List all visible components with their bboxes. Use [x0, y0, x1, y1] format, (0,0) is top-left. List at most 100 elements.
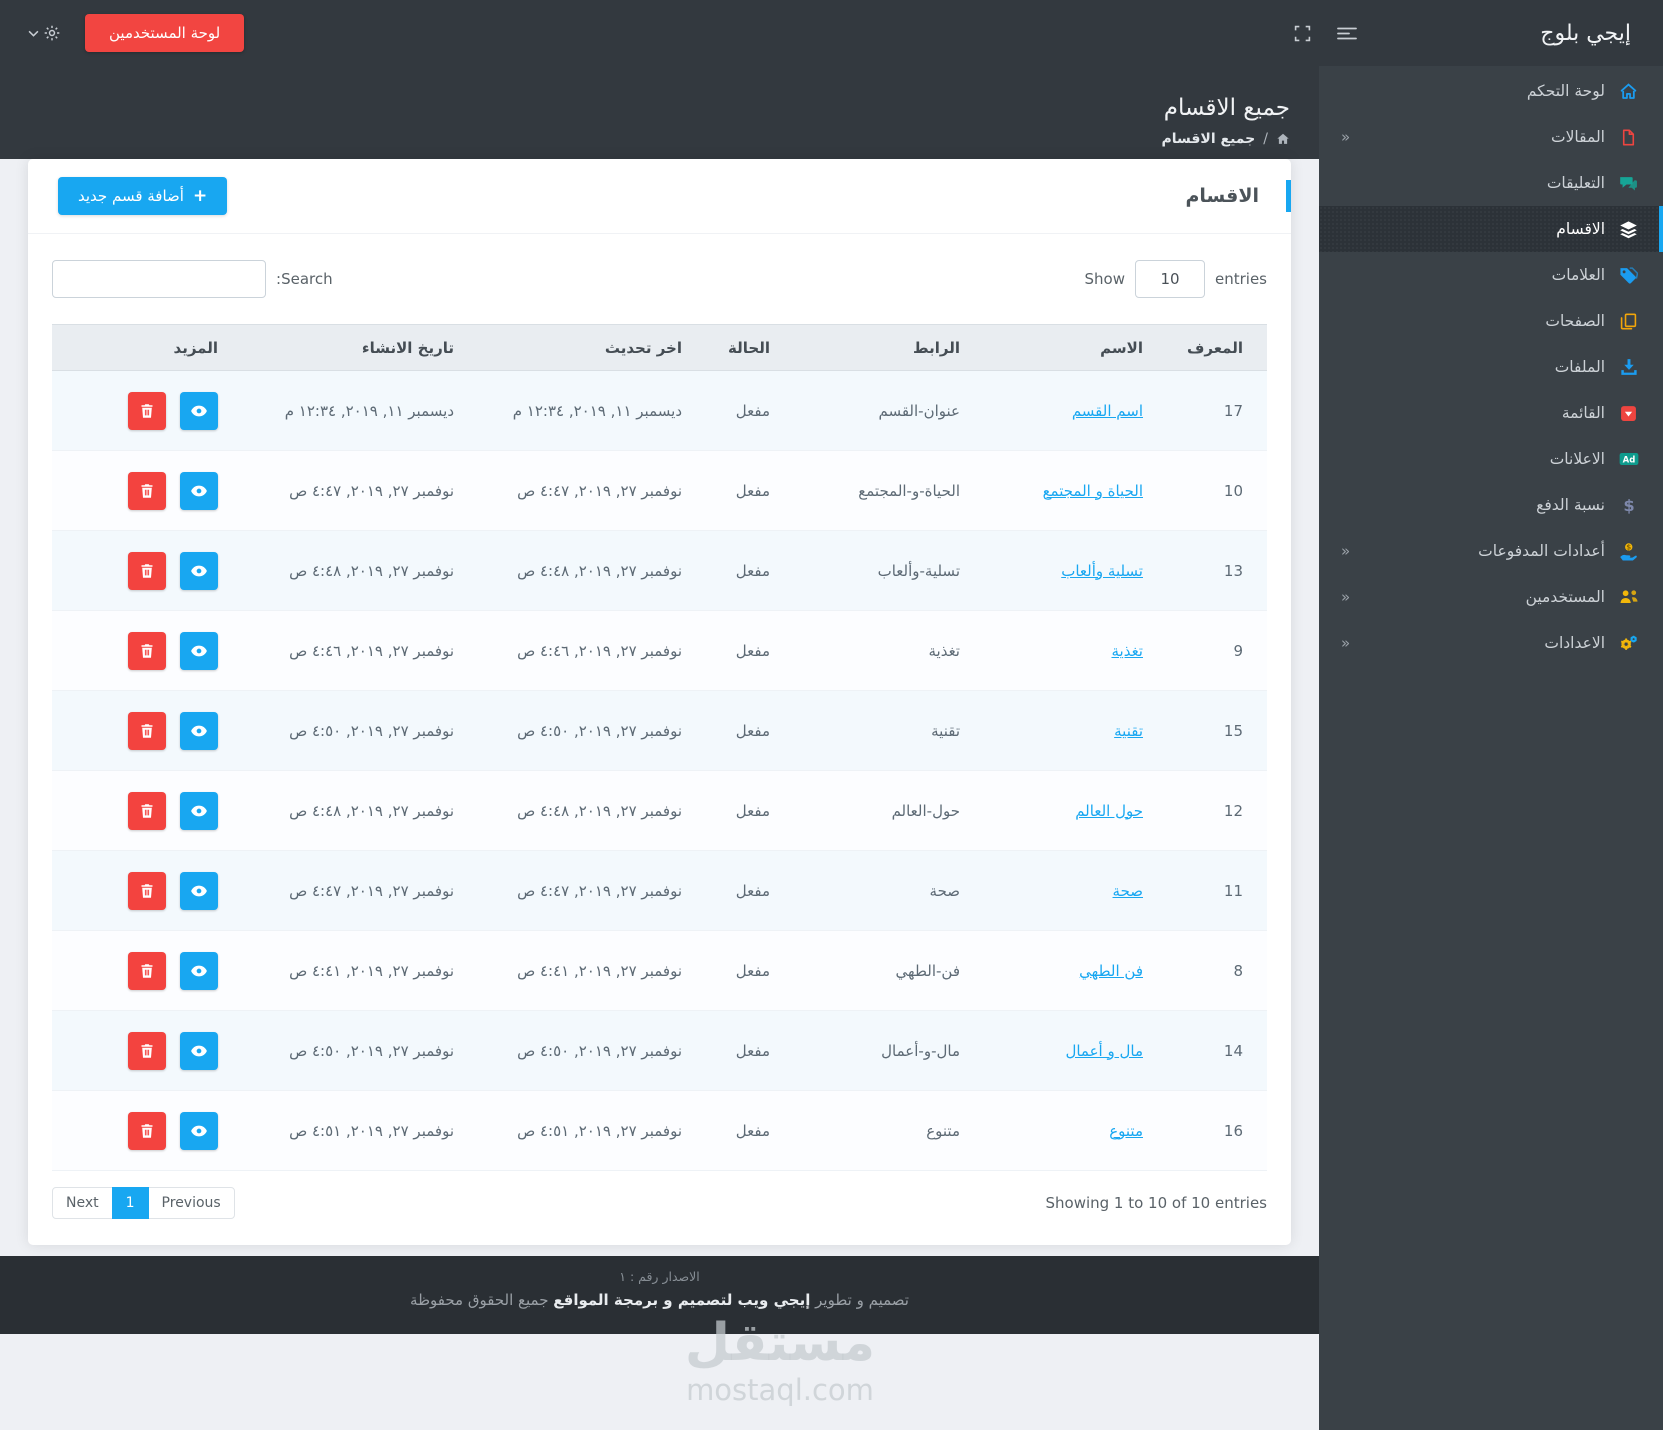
cell-slug: فن-الطهي	[794, 930, 984, 1011]
trash-icon	[139, 1043, 155, 1059]
sidebar-item-hand-usd[interactable]: $ أعدادات المدفوعات «	[1319, 528, 1663, 574]
category-link[interactable]: تسلية وألعاب	[1061, 562, 1143, 580]
cell-slug: مال-و-أعمال	[794, 1010, 984, 1091]
view-button[interactable]	[180, 711, 218, 750]
delete-button[interactable]	[128, 1111, 166, 1150]
cell-updated: نوفمبر ٢٧, ٢٠١٩, ٤:٤٧ ص	[478, 450, 706, 531]
trash-icon	[139, 483, 155, 499]
view-button[interactable]	[180, 1031, 218, 1070]
categories-table: المعرف الاسم الرابط الحالة اخر تحديث تاريخ ال…	[52, 324, 1267, 1171]
sidebar-item-layers[interactable]: الاقسام	[1319, 206, 1663, 252]
footer: الاصدار رقم : ١ تصميم و تطوير إيجي ويب ل…	[0, 1256, 1319, 1334]
delete-button[interactable]	[128, 951, 166, 990]
cell-slug: متنوع	[794, 1090, 984, 1171]
category-link[interactable]: متنوع	[1109, 1122, 1143, 1140]
table-row: 12 حول العالم حول-العالم مفعل نوفمبر ٢٧, ٢٠١…	[52, 770, 1267, 851]
page-length-select[interactable]: 10	[1135, 260, 1205, 298]
category-link[interactable]: صحة	[1113, 882, 1143, 900]
delete-button[interactable]	[128, 1031, 166, 1070]
category-link[interactable]: مال و أعمال	[1065, 1042, 1143, 1060]
delete-button[interactable]	[128, 391, 166, 430]
cell-slug: تغذية	[794, 610, 984, 691]
cell-id: 17	[1167, 370, 1267, 451]
cell-id: 10	[1167, 450, 1267, 531]
trash-icon	[139, 643, 155, 659]
breadcrumb-separator: /	[1263, 131, 1268, 147]
cell-id: 15	[1167, 690, 1267, 771]
cell-created: نوفمبر ٢٧, ٢٠١٩, ٤:٤٧ ص	[242, 850, 478, 931]
add-category-button[interactable]: + أضافة قسم جديد	[58, 177, 228, 215]
cell-name: صحة	[984, 850, 1167, 931]
sidebar-item-tags[interactable]: العلامات	[1319, 252, 1663, 298]
delete-button[interactable]	[128, 711, 166, 750]
eye-icon	[190, 562, 208, 580]
column-header[interactable]: تاريخ الانشاء	[242, 324, 478, 371]
sidebar-item-users[interactable]: المستخدمين «	[1319, 574, 1663, 620]
expand-chevron-icon: «	[1341, 588, 1351, 606]
search-input[interactable]	[52, 260, 266, 298]
column-header[interactable]: اخر تحديث	[478, 324, 706, 371]
cell-created: ديسمبر ١١, ٢٠١٩, ١٢:٣٤ م	[242, 370, 478, 451]
column-header[interactable]: المزيد	[52, 324, 242, 371]
trash-icon	[139, 723, 155, 739]
view-button[interactable]	[180, 1111, 218, 1150]
category-link[interactable]: تقنية	[1114, 722, 1143, 740]
cell-actions	[52, 610, 242, 691]
pagination-previous[interactable]: Previous	[147, 1187, 235, 1219]
category-link[interactable]: تغذية	[1111, 642, 1143, 660]
sidebar-item-comments[interactable]: التعليقات	[1319, 160, 1663, 206]
sidebar-item-dollar[interactable]: $ نسبة الدفع	[1319, 482, 1663, 528]
pagination-1[interactable]: 1	[111, 1187, 149, 1219]
sidebar-item-caret-square[interactable]: القائمة	[1319, 390, 1663, 436]
view-button[interactable]	[180, 951, 218, 990]
fullscreen-icon[interactable]	[1294, 25, 1311, 42]
view-button[interactable]	[180, 551, 218, 590]
sidebar-item-cogs[interactable]: الاعدادات «	[1319, 620, 1663, 666]
column-header[interactable]: الاسم	[984, 324, 1167, 371]
delete-button[interactable]	[128, 471, 166, 510]
table-row: 10 الحياة و المجتمع الحياة-و-المجتمع مفعل نو…	[52, 450, 1267, 531]
sidebar-item-pages[interactable]: الصفحات	[1319, 298, 1663, 344]
view-button[interactable]	[180, 871, 218, 910]
column-header[interactable]: المعرف	[1167, 324, 1267, 371]
cell-name: مال و أعمال	[984, 1010, 1167, 1091]
cell-id: 14	[1167, 1010, 1267, 1091]
users-panel-button[interactable]: لوحة المستخدمين	[85, 14, 245, 52]
view-button[interactable]	[180, 471, 218, 510]
expand-chevron-icon: «	[1341, 634, 1351, 652]
view-button[interactable]	[180, 391, 218, 430]
sidebar-item-download[interactable]: الملفات	[1319, 344, 1663, 390]
column-header[interactable]: الرابط	[794, 324, 984, 371]
expand-chevron-icon: «	[1341, 128, 1351, 146]
view-button[interactable]	[180, 631, 218, 670]
categories-card: الاقسام + أضافة قسم جديد Show 10 entries…	[28, 159, 1291, 1245]
cell-name: حول العالم	[984, 770, 1167, 851]
delete-button[interactable]	[128, 871, 166, 910]
search-control: Search:	[52, 260, 333, 298]
column-header[interactable]: الحالة	[706, 324, 794, 371]
sidebar-item-ad[interactable]: Ad الاعلانات	[1319, 436, 1663, 482]
delete-button[interactable]	[128, 631, 166, 670]
home-icon[interactable]	[1276, 132, 1290, 146]
sidebar-item-home[interactable]: لوحة التحكم	[1319, 68, 1663, 114]
cell-actions	[52, 1090, 242, 1171]
cell-slug: حول-العالم	[794, 770, 984, 851]
cell-id: 9	[1167, 610, 1267, 691]
category-link[interactable]: الحياة و المجتمع	[1043, 482, 1143, 500]
cell-updated: نوفمبر ٢٧, ٢٠١٩, ٤:٤٨ ص	[478, 770, 706, 851]
category-link[interactable]: اسم القسم	[1072, 402, 1143, 420]
sidebar-toggle-icon[interactable]	[1337, 26, 1357, 41]
sidebar-item-file[interactable]: المقالات «	[1319, 114, 1663, 160]
brand-title[interactable]: إيجي بلوج	[1540, 21, 1631, 46]
view-button[interactable]	[180, 791, 218, 830]
table-row: 9 تغذية تغذية مفعل نوفمبر ٢٧, ٢٠١٩, ٤:٤٦ ص نو…	[52, 610, 1267, 691]
category-link[interactable]: حول العالم	[1075, 802, 1143, 820]
trash-icon	[139, 403, 155, 419]
footer-credit: تصميم و تطوير إيجي ويب لتصميم و برمجة ال…	[410, 1291, 909, 1309]
settings-gear-icon[interactable]	[28, 24, 61, 42]
delete-button[interactable]	[128, 791, 166, 830]
pagination-next[interactable]: Next	[52, 1187, 113, 1219]
category-link[interactable]: فن الطهي	[1079, 962, 1143, 980]
delete-button[interactable]	[128, 551, 166, 590]
cell-actions	[52, 1010, 242, 1091]
